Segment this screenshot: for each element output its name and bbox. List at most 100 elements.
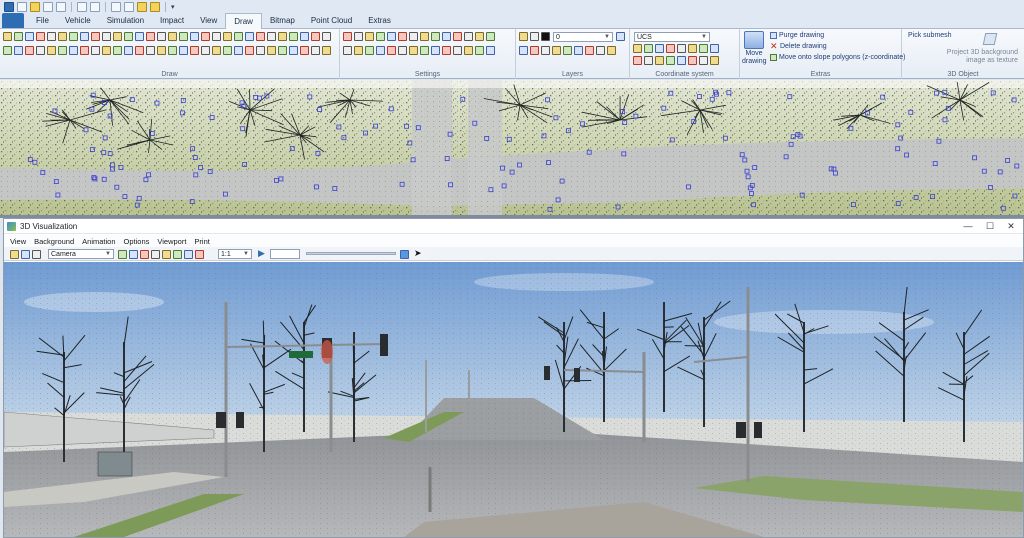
record-icon[interactable] — [400, 250, 409, 259]
view-tool-icon[interactable] — [129, 250, 138, 259]
draw-tool-icon[interactable] — [58, 46, 67, 55]
new-file-icon[interactable] — [17, 1, 27, 12]
play-icon[interactable]: ▶ — [258, 248, 265, 259]
layer-tool-icon[interactable] — [563, 46, 572, 55]
draw-tool-icon[interactable] — [69, 32, 78, 41]
scale-select[interactable]: 1:1 ▼ — [218, 249, 252, 259]
3d-viewport[interactable] — [4, 262, 1023, 537]
settings-tool-icon[interactable] — [464, 32, 473, 41]
settings-tool-icon[interactable] — [464, 46, 473, 55]
layer-tool-icon[interactable] — [552, 46, 561, 55]
pointer-arrow-icon[interactable]: ➤ — [414, 248, 422, 259]
ucs-tool-icon[interactable] — [710, 56, 719, 65]
settings-tool-icon[interactable] — [409, 46, 418, 55]
view-tool-icon[interactable] — [162, 250, 171, 259]
settings-tool-icon[interactable] — [376, 32, 385, 41]
view-tool-icon[interactable] — [195, 250, 204, 259]
draw-tool-icon[interactable] — [278, 46, 287, 55]
draw-tool-icon[interactable] — [201, 46, 210, 55]
menu-viewport[interactable]: Viewport — [157, 237, 186, 246]
tab-vehicle[interactable]: Vehicle — [57, 13, 99, 28]
ucs-select[interactable]: UCS ▼ — [634, 32, 710, 42]
settings-tool-icon[interactable] — [398, 32, 407, 41]
view-tool-icon[interactable] — [118, 250, 127, 259]
draw-tool-icon[interactable] — [91, 32, 100, 41]
draw-tool-icon[interactable] — [69, 46, 78, 55]
menu-background[interactable]: Background — [34, 237, 74, 246]
layer-tool-icon[interactable] — [541, 46, 550, 55]
draw-tool-icon[interactable] — [157, 32, 166, 41]
tab-point-cloud[interactable]: Point Cloud — [303, 13, 360, 28]
settings-tool-icon[interactable] — [420, 32, 429, 41]
draw-tool-icon[interactable] — [223, 32, 232, 41]
view-tool-icon[interactable] — [151, 250, 160, 259]
settings-tool-icon[interactable] — [354, 32, 363, 41]
draw-tool-icon[interactable] — [212, 46, 221, 55]
move-onto-slope-button[interactable]: Move onto slope polygons (z-coordinate) — [770, 54, 905, 61]
settings-tool-icon[interactable] — [442, 46, 451, 55]
menu-view[interactable]: View — [10, 237, 26, 246]
settings-tool-icon[interactable] — [486, 46, 495, 55]
tab-view[interactable]: View — [192, 13, 225, 28]
ucs-tool-icon[interactable] — [666, 44, 675, 53]
draw-tool-icon[interactable] — [168, 32, 177, 41]
settings-tool-icon[interactable] — [387, 32, 396, 41]
project-background-button[interactable]: Project 3D background image as texture — [946, 49, 1018, 65]
view-tool-icon[interactable] — [140, 250, 149, 259]
print-icon[interactable] — [32, 250, 41, 259]
draw-tool-icon[interactable] — [212, 32, 221, 41]
save-icon[interactable] — [43, 1, 53, 12]
draw-tool-icon[interactable] — [179, 32, 188, 41]
camera-select[interactable]: Camera ▼ — [48, 249, 114, 259]
draw-tool-icon[interactable] — [14, 46, 23, 55]
ucs-tool-icon[interactable] — [677, 56, 686, 65]
draw-tool-icon[interactable] — [322, 32, 331, 41]
minimize-button[interactable]: — — [959, 219, 977, 234]
ucs-tool-icon[interactable] — [688, 44, 697, 53]
settings-tool-icon[interactable] — [453, 32, 462, 41]
layer-tool-icon[interactable] — [519, 46, 528, 55]
draw-tool-icon[interactable] — [157, 46, 166, 55]
draw-tool-icon[interactable] — [135, 32, 144, 41]
ucs-tool-icon[interactable] — [699, 44, 708, 53]
ucs-tool-icon[interactable] — [644, 56, 653, 65]
ucs-tool-icon[interactable] — [688, 56, 697, 65]
draw-tool-icon[interactable] — [300, 32, 309, 41]
draw-tool-icon[interactable] — [311, 32, 320, 41]
draw-tool-icon[interactable] — [245, 32, 254, 41]
settings-tool-icon[interactable] — [343, 46, 352, 55]
draw-tool-icon[interactable] — [234, 46, 243, 55]
pointer-arrow-icon[interactable] — [150, 1, 160, 12]
draw-tool-icon[interactable] — [300, 46, 309, 55]
draw-tool-icon[interactable] — [267, 32, 276, 41]
lock-icon[interactable] — [530, 32, 539, 41]
draw-tool-icon[interactable] — [201, 32, 210, 41]
tab-impact[interactable]: Impact — [152, 13, 192, 28]
layer-tool-icon[interactable] — [585, 46, 594, 55]
draw-tool-icon[interactable] — [80, 32, 89, 41]
draw-tool-icon[interactable] — [58, 32, 67, 41]
settings-tool-icon[interactable] — [431, 46, 440, 55]
application-menu-button[interactable] — [2, 13, 24, 28]
customize-toolbar-chevron-icon[interactable]: ▾ — [171, 3, 175, 11]
settings-tool-icon[interactable] — [354, 46, 363, 55]
ucs-tool-icon[interactable] — [655, 44, 664, 53]
draw-tool-icon[interactable] — [36, 32, 45, 41]
paste-icon[interactable] — [124, 1, 134, 12]
settings-tool-icon[interactable] — [409, 32, 418, 41]
draw-tool-icon[interactable] — [135, 46, 144, 55]
draw-tool-icon[interactable] — [47, 46, 56, 55]
settings-tool-icon[interactable] — [365, 32, 374, 41]
draw-tool-icon[interactable] — [256, 32, 265, 41]
layer-select[interactable]: 0 ▼ — [553, 32, 613, 42]
draw-tool-icon[interactable] — [102, 46, 111, 55]
menu-print[interactable]: Print — [194, 237, 209, 246]
tab-draw[interactable]: Draw — [225, 13, 262, 29]
draw-tool-icon[interactable] — [113, 32, 122, 41]
draw-tool-icon[interactable] — [25, 32, 34, 41]
draw-tool-icon[interactable] — [267, 46, 276, 55]
draw-tool-icon[interactable] — [245, 46, 254, 55]
settings-tool-icon[interactable] — [453, 46, 462, 55]
purge-drawing-button[interactable]: Purge drawing — [770, 32, 824, 39]
draw-tool-icon[interactable] — [322, 46, 331, 55]
